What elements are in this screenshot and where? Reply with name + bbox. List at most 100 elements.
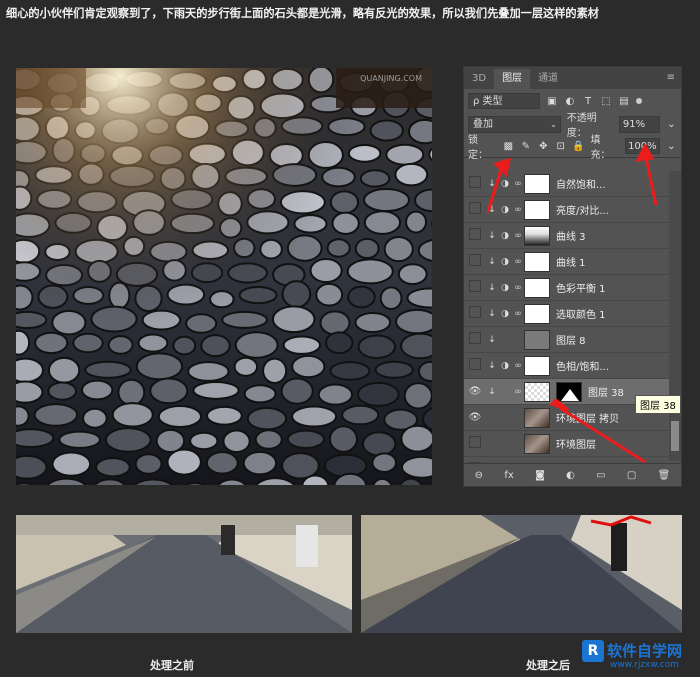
layers-scrollbar[interactable] xyxy=(669,171,681,461)
lock-all-icon[interactable]: 🔒 xyxy=(572,140,584,152)
tab-channels[interactable]: 通道 xyxy=(530,69,566,89)
layer-name[interactable]: 环境图层 xyxy=(556,436,596,451)
clip-indicator-icon: ↓ xyxy=(488,204,496,215)
opacity-dropdown-icon[interactable]: ⌄ xyxy=(666,118,677,130)
layer-thumbnail[interactable] xyxy=(524,407,550,428)
site-logo: R 软件自学网 www.rjzxw.com xyxy=(582,640,694,674)
logo-mark: R xyxy=(582,640,604,662)
tab-3d[interactable]: 3D xyxy=(464,69,494,89)
adjustment-icon: ◑ xyxy=(501,230,509,241)
layer-row[interactable]: ↓ ◑ ∞ 色彩平衡 1 xyxy=(464,275,670,301)
layer-name[interactable]: 自然饱和... xyxy=(556,176,606,191)
filter-kind-select[interactable]: ρ 类型 xyxy=(468,93,540,109)
layer-name[interactable]: 选取颜色 1 xyxy=(556,306,606,321)
layer-thumbnail[interactable] xyxy=(524,251,550,272)
layer-thumbnail[interactable] xyxy=(524,355,550,376)
visibility-toggle[interactable] xyxy=(464,280,486,295)
layer-thumbnail[interactable] xyxy=(524,199,550,220)
shape-filter-icon[interactable]: ⬚ xyxy=(600,95,612,107)
scrollbar-thumb[interactable] xyxy=(671,421,679,451)
layer-row[interactable]: 环境图层 xyxy=(464,431,670,457)
after-image xyxy=(361,515,682,633)
visibility-toggle[interactable] xyxy=(464,436,486,451)
lock-artboard-icon[interactable]: ⊡ xyxy=(555,140,566,152)
layer-row[interactable]: ↓ ◑ ∞ 曲线 1 xyxy=(464,249,670,275)
photo-watermark: QUANJING.COM xyxy=(360,74,422,83)
lock-transparency-icon[interactable]: ▩ xyxy=(503,140,514,152)
visibility-toggle[interactable] xyxy=(464,306,486,321)
fill-input[interactable]: 100% xyxy=(625,138,660,154)
eye-icon[interactable]: 👁 xyxy=(464,386,486,397)
visibility-toggle[interactable] xyxy=(464,254,486,269)
layer-name[interactable]: 曲线 3 xyxy=(556,228,586,243)
layer-name[interactable]: 环境图层 拷贝 xyxy=(556,410,619,425)
image-filter-icon[interactable]: ▣ xyxy=(546,95,558,107)
layer-name[interactable]: 图层 8 xyxy=(556,332,586,347)
eye-icon[interactable]: 👁 xyxy=(464,412,486,423)
clip-indicator-icon: ↓ xyxy=(488,386,496,397)
panel-bottom-bar: ⊖ fx ◙ ◐ ▭ ▢ 🗑 xyxy=(464,463,681,486)
layer-row[interactable]: ↓ ◑ ∞ 自然饱和... xyxy=(464,171,670,197)
visibility-toggle[interactable] xyxy=(464,228,486,243)
layer-row[interactable]: ↓ ◑ ∞ 选取颜色 1 xyxy=(464,301,670,327)
adjustment-filter-icon[interactable]: ◐ xyxy=(564,95,576,107)
add-mask-icon[interactable]: ◙ xyxy=(535,470,545,481)
link-icon: ∞ xyxy=(514,360,522,371)
panel-tabs: 3D 图层 通道 ≡ xyxy=(464,67,681,89)
blend-mode-select[interactable]: 叠加 ⌄ xyxy=(468,115,561,133)
visibility-toggle[interactable] xyxy=(464,332,486,347)
opacity-input[interactable]: 91% xyxy=(618,115,660,133)
clip-indicator-icon: ↓ xyxy=(488,308,496,319)
fx-icon[interactable]: fx xyxy=(504,470,513,481)
visibility-toggle[interactable] xyxy=(464,202,486,217)
link-icon: ∞ xyxy=(514,386,522,397)
layer-thumbnail[interactable] xyxy=(524,225,550,246)
layer-thumbnail[interactable] xyxy=(524,381,550,402)
link-icon: ∞ xyxy=(514,204,522,215)
layer-thumbnail[interactable] xyxy=(524,173,550,194)
new-layer-icon[interactable]: ▢ xyxy=(627,470,636,481)
cobblestone-photo: QUANJING.COM xyxy=(16,68,432,485)
layer-name[interactable]: 图层 38 xyxy=(588,384,624,399)
fill-dropdown-icon[interactable]: ⌄ xyxy=(666,140,677,152)
visibility-toggle[interactable] xyxy=(464,176,486,191)
layer-row[interactable]: ↓ ◑ ∞ 曲线 3 xyxy=(464,223,670,249)
layer-row[interactable]: ↓ ◑ ∞ 色相/饱和... xyxy=(464,353,670,379)
tab-layers[interactable]: 图层 xyxy=(494,69,531,89)
layer-thumbnail[interactable] xyxy=(524,303,550,324)
lock-move-icon[interactable]: ✥ xyxy=(538,140,549,152)
layer-mask-thumbnail[interactable] xyxy=(556,381,582,402)
layer-thumbnail[interactable] xyxy=(524,277,550,298)
lock-label: 锁定： xyxy=(468,135,488,161)
trash-icon[interactable]: 🗑 xyxy=(658,470,671,481)
adjustment-icon: ◑ xyxy=(501,204,509,215)
layer-row[interactable]: ↓ 图层 8 xyxy=(464,327,670,353)
clip-indicator-icon: ↓ xyxy=(488,256,496,267)
layer-thumbnail[interactable] xyxy=(524,433,550,454)
link-layers-icon[interactable]: ⊖ xyxy=(475,470,483,481)
visibility-toggle[interactable] xyxy=(464,358,486,373)
layer-name[interactable]: 色彩平衡 1 xyxy=(556,280,606,295)
adjustment-icon xyxy=(498,411,512,425)
clip-indicator-icon: ↓ xyxy=(488,230,496,241)
clip-indicator-icon: ↓ xyxy=(488,334,496,345)
logo-url: www.rjzxw.com xyxy=(610,660,679,670)
filter-toggle-icon[interactable] xyxy=(636,98,642,104)
layer-row[interactable]: ↓ ◑ ∞ 亮度/对比... xyxy=(464,197,670,223)
smart-object-filter-icon[interactable]: ▤ xyxy=(618,95,630,107)
blend-row: 叠加 ⌄ 不透明度： 91% ⌄ xyxy=(464,113,681,139)
new-adjustment-icon[interactable]: ◐ xyxy=(566,470,575,481)
panel-menu-icon[interactable]: ≡ xyxy=(667,72,675,83)
link-icon: ∞ xyxy=(514,282,522,293)
layer-thumbnail[interactable] xyxy=(524,329,550,350)
logo-text: 软件自学网 xyxy=(607,642,683,660)
after-label: 处理之后 xyxy=(526,659,570,672)
new-group-icon[interactable]: ▭ xyxy=(596,470,605,481)
layers-list: ↓ ◑ ∞ 自然饱和... ↓ ◑ ∞ 亮度/对比... ↓ ◑ ∞ 曲线 3 ↓ ◑ ∞ 曲线 1 ↓ ◑ ∞ 色彩… xyxy=(464,171,670,483)
layer-name[interactable]: 曲线 1 xyxy=(556,254,586,269)
layer-name[interactable]: 色相/饱和... xyxy=(556,358,609,373)
layer-name[interactable]: 亮度/对比... xyxy=(556,202,609,217)
lock-brush-icon[interactable]: ✎ xyxy=(520,140,531,152)
layer-tooltip: 图层 38 xyxy=(635,395,681,414)
type-filter-icon[interactable]: T xyxy=(582,95,594,107)
